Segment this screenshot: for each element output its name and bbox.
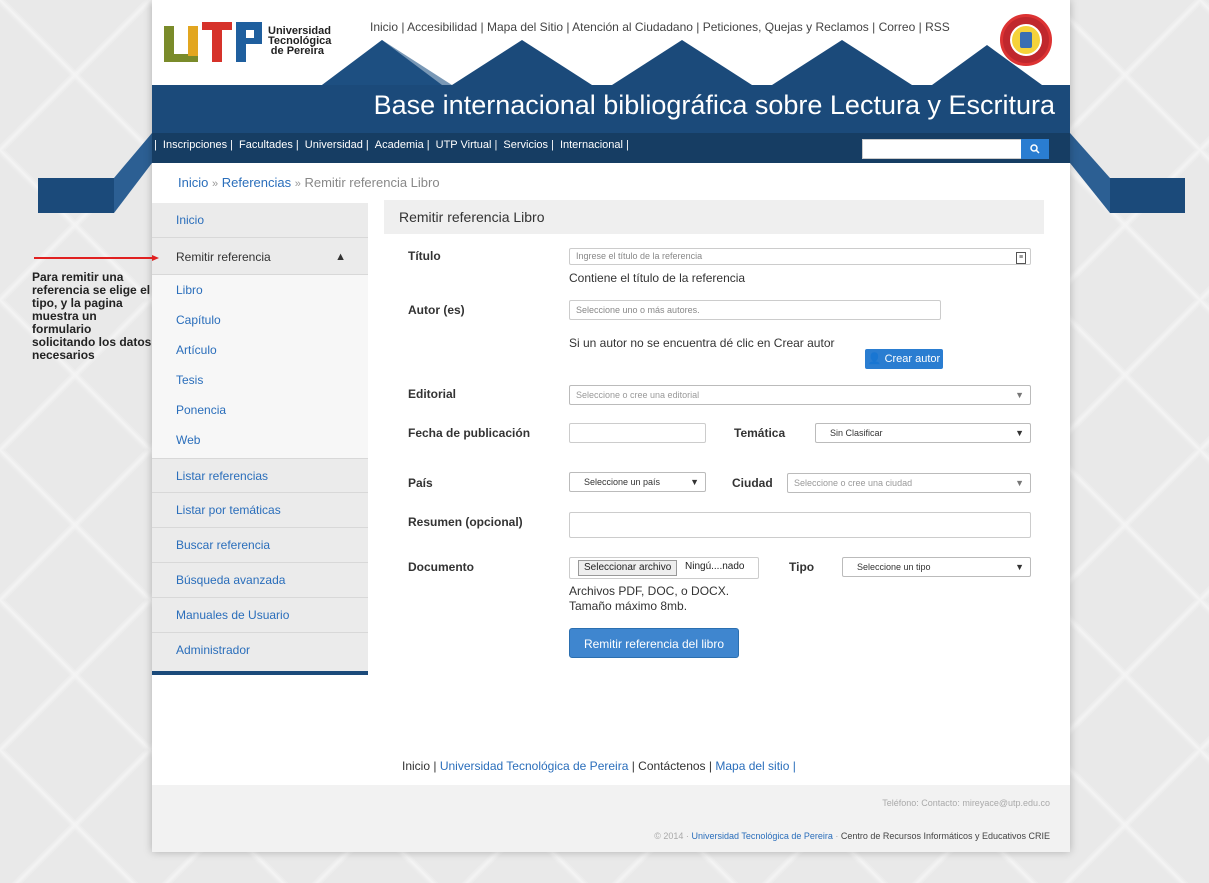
resumen-label: Resumen (opcional) [408,515,523,529]
fecha-input[interactable] [569,423,706,443]
annotation-text: Para remitir una referencia se elige el … [32,270,152,362]
footer-links: Inicio | Universidad Tecnológica de Pere… [402,759,796,773]
sidebar-item-busqueda-avanzada[interactable]: Búsqueda avanzada [152,563,368,598]
sidebar-sub-ponencia[interactable]: Ponencia [152,395,368,425]
top-link-accesibilidad[interactable]: Accesibilidad [407,20,477,34]
search-icon [1030,144,1040,154]
tipo-select[interactable]: Seleccione un tipo ▼ [842,557,1031,577]
breadcrumb: Inicio » Referencias » Remitir referenci… [178,175,440,190]
sidebar-item-inicio[interactable]: Inicio [152,203,368,238]
titulo-input[interactable]: Ingrese el título de la referencia ≡ [569,248,1031,265]
page-container: Universidad Tecnológica de Pereira Inici… [152,0,1070,852]
sidebar-item-buscar-referencia[interactable]: Buscar referencia [152,528,368,563]
nav-item-facultades[interactable]: Facultades [236,139,296,151]
dropdown-arrow-icon: ▼ [1015,562,1024,572]
documento-file-input[interactable]: Seleccionar archivo Ningú....nado [569,557,759,579]
right-ribbon-decoration [1070,133,1185,213]
sidebar-item-listar-tematicas[interactable]: Listar por temáticas [152,493,368,528]
user-icon: 👤 [867,353,882,365]
autor-label: Autor (es) [408,303,465,317]
nav-item-universidad[interactable]: Universidad [302,139,366,151]
main-nav: | Inscripciones | Facultades | Universidad… [152,133,1070,163]
sidebar-item-remitir-referencia[interactable]: Remitir referencia ▲ [152,240,368,275]
footer-link-contactenos[interactable]: Contáctenos [638,759,705,773]
tematica-label: Temática [734,426,786,440]
nav-item-academia[interactable]: Academia [372,139,427,151]
form-header: Remitir referencia Libro [384,200,1044,234]
top-link-mapa[interactable]: Mapa del Sitio [487,20,563,34]
dropdown-arrow-icon: ▼ [690,477,699,487]
sidebar-sub-libro[interactable]: Libro [152,275,368,305]
dropdown-arrow-icon: ▼ [1015,390,1024,400]
breadcrumb-inicio[interactable]: Inicio [178,175,208,190]
ciudad-label: Ciudad [732,476,773,490]
form-title: Remitir referencia Libro [399,209,545,225]
nav-item-inscripciones[interactable]: Inscripciones [160,139,230,151]
sidebar-sub-web[interactable]: Web [152,425,368,455]
sidebar-item-listar-referencias[interactable]: Listar referencias [152,458,368,493]
resumen-input[interactable] [569,512,1031,538]
tematica-select[interactable]: Sin Clasificar ▼ [815,423,1031,443]
documento-label: Documento [408,560,474,574]
ciudad-select[interactable]: Seleccione o cree una ciudad ▼ [787,473,1031,493]
search-button[interactable] [1021,139,1049,159]
tipo-label: Tipo [789,560,815,574]
annotation-arrow [34,255,159,261]
documento-help-size: Tamaño máximo 8mb. [569,599,688,613]
chevron-up-icon: ▲ [335,251,346,263]
autor-help: Si un autor no se encuentra dé clic en C… [569,336,835,350]
sidebar-item-manuales[interactable]: Manuales de Usuario [152,598,368,633]
top-links: Inicio | Accesibilidad | Mapa del Sitio … [370,20,950,34]
editorial-label: Editorial [408,387,457,401]
nav-item-internacional[interactable]: Internacional [557,139,626,151]
field-icon: ≡ [1016,252,1026,264]
nav-item-utp-virtual[interactable]: UTP Virtual [433,139,495,151]
footer-link-inicio[interactable]: Inicio [402,759,430,773]
footer-copy-link[interactable]: Universidad Tecnológica de Pereira [691,831,832,841]
nav-item-servicios[interactable]: Servicios [500,139,551,151]
left-ribbon-decoration [38,133,152,213]
search-input[interactable] [862,139,1022,159]
autor-input[interactable]: Seleccione uno o más autores. [569,300,941,320]
footer-copyright: © 2014 · Universidad Tecnológica de Pere… [654,831,1050,841]
footer-link-utp[interactable]: Universidad Tecnológica de Pereira [440,759,629,773]
footer: Teléfono: Contacto: mireyace@utp.edu.co … [152,785,1070,852]
sidebar-sub-articulo[interactable]: Artículo [152,335,368,365]
fecha-label: Fecha de publicación [408,426,531,440]
documento-help-formats: Archivos PDF, DOC, o DOCX. [569,584,730,598]
sidebar: Inicio Remitir referencia ▲ Libro Capítu… [152,203,368,675]
dropdown-arrow-icon: ▼ [1015,478,1024,488]
file-name: Ningú....nado [685,561,745,572]
editorial-select[interactable]: Seleccione o cree una editorial ▼ [569,385,1031,405]
footer-contact: Teléfono: Contacto: mireyace@utp.edu.co [882,798,1050,808]
crear-autor-button[interactable]: 👤 Crear autor [865,349,943,369]
sidebar-item-administrador[interactable]: Administrador [152,633,368,668]
top-link-correo[interactable]: Correo [879,20,916,34]
breadcrumb-referencias[interactable]: Referencias [222,175,291,190]
top-link-peticiones[interactable]: Peticiones, Quejas y Reclamos [703,20,869,34]
top-link-atencion[interactable]: Atención al Ciudadano [572,20,693,34]
titulo-help: Contiene el título de la referencia [569,271,746,285]
sidebar-sub-capitulo[interactable]: Capítulo [152,305,368,335]
select-file-button[interactable]: Seleccionar archivo [578,560,678,576]
footer-link-mapa[interactable]: Mapa del sitio [715,759,789,773]
pais-select[interactable]: Seleccione un país ▼ [569,472,706,492]
sidebar-sub-tesis[interactable]: Tesis [152,365,368,395]
top-link-rss[interactable]: RSS [925,20,950,34]
submit-button[interactable]: Remitir referencia del libro [569,628,739,658]
dropdown-arrow-icon: ▼ [1015,428,1024,438]
titulo-label: Título [408,249,441,263]
breadcrumb-current: Remitir referencia Libro [304,175,440,190]
pais-label: País [408,476,433,490]
site-title: Base internacional bibliográfica sobre L… [373,90,1055,120]
top-link-inicio[interactable]: Inicio [370,20,398,34]
